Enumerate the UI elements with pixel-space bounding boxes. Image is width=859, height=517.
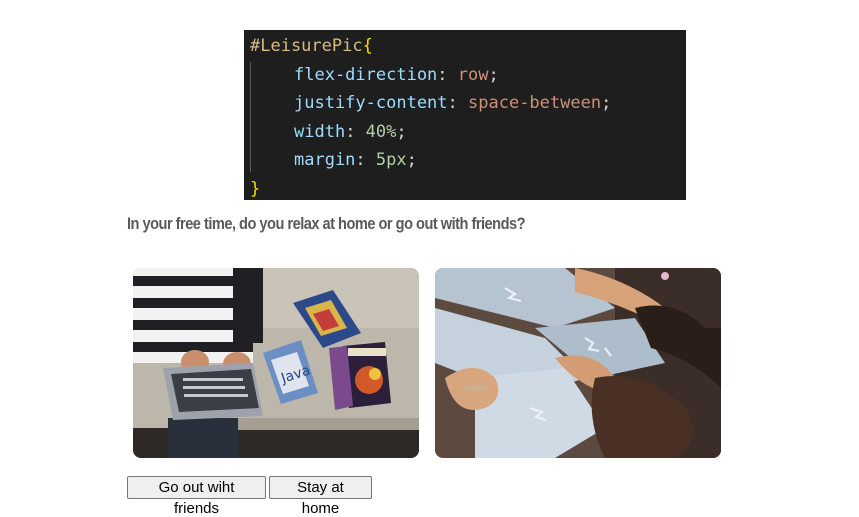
code-line: justify-content: space-between;	[294, 93, 612, 113]
css-property: margin	[294, 150, 356, 170]
css-property: flex-direction	[294, 64, 438, 85]
css-value: 5px	[375, 150, 407, 170]
css-value: space-between	[468, 93, 602, 113]
page: #LeisurePic{ flex-direction: row; justif…	[0, 0, 859, 517]
code-line-selector: #LeisurePic{	[250, 32, 686, 61]
code-line: margin: 5px;	[294, 150, 417, 170]
code-screenshot: #LeisurePic{ flex-direction: row; justif…	[244, 30, 686, 200]
stay-at-home-button[interactable]: Stay at home	[269, 476, 372, 517]
code-line-close: }	[250, 175, 686, 204]
indent-guide	[250, 62, 251, 172]
css-selector: #LeisurePic	[250, 36, 363, 56]
css-property: justify-content	[294, 93, 448, 113]
close-brace: }	[250, 178, 261, 199]
css-value: 40%	[365, 121, 397, 142]
question-heading: In your free time, do you relax at home …	[127, 214, 526, 233]
css-value: row	[457, 64, 489, 85]
home-laptop-image: Java	[133, 268, 419, 458]
code-line: width: 40%;	[294, 121, 407, 142]
css-property: width	[294, 121, 346, 142]
friends-jeans-image	[435, 268, 721, 458]
open-brace: {	[362, 36, 373, 56]
go-out-with-friends-button[interactable]: Go out wiht friends	[127, 476, 266, 517]
code-line: flex-direction: row;	[294, 64, 499, 85]
